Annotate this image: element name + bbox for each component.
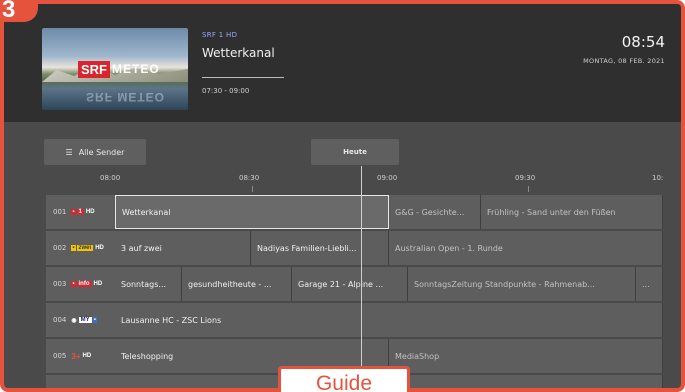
current-program-title: Wetterkanal	[202, 46, 275, 60]
channel-row: 002 ▪ zwei HD 3 auf zwei Nadiyas Familien-…	[44, 230, 665, 266]
clock-time: 08:54	[621, 33, 665, 51]
logo-text: 1	[76, 209, 84, 215]
channel-cell[interactable]: 001 ▪ 1 HD	[46, 195, 115, 229]
all-channels-button[interactable]: ☰ Alle Sender	[44, 139, 146, 165]
meteo-logo: METEO	[112, 62, 160, 76]
channel-number: 005	[53, 352, 67, 360]
program-cell[interactable]: Sonntags...	[115, 267, 182, 301]
channel-logo-4plus: 4+ HD	[71, 387, 93, 388]
time-label: 10:	[652, 174, 664, 182]
program-cell[interactable]: Wetterkanal	[115, 195, 389, 229]
time-label: 08:30	[239, 174, 260, 182]
channel-logo-srfinfo: ▪ info HD	[71, 281, 103, 287]
program-cell[interactable]: SonntagsZeitung Standpunkte - Rahmenab..…	[408, 267, 636, 301]
logo-text: HD	[95, 245, 104, 251]
logo-text: info	[76, 281, 92, 287]
logo-text: zwei	[76, 245, 94, 251]
time-label: 08:00	[100, 174, 121, 182]
time-label: 09:30	[515, 174, 536, 182]
channel-cell[interactable]: 002 ▪ zwei HD	[46, 231, 115, 265]
today-label: Heute	[343, 148, 367, 156]
logo-text: HD	[85, 209, 95, 215]
time-tick	[528, 186, 529, 192]
time-label: 09:00	[377, 174, 398, 182]
program-cell[interactable]: Nadiyas Familien-Liebli...	[251, 231, 389, 265]
logo-text: HD	[93, 281, 103, 287]
channel-row: 001 ▪ 1 HD Wetterkanal G&G - Gesichte... F…	[44, 194, 665, 230]
channel-number: 006	[53, 388, 67, 392]
logo-text: 4+	[71, 387, 83, 388]
guide-label: Guide	[278, 366, 410, 392]
channel-logo-mysports: ◉ MY ▪	[71, 317, 97, 324]
program-cell[interactable]: MediaShop	[389, 339, 663, 373]
logo-reflection: SRF METEO	[86, 90, 166, 104]
channel-cell[interactable]: 006 4+ HD	[46, 375, 115, 392]
program-progress-line	[202, 77, 284, 78]
program-cell[interactable]: G&G - Gesichte...	[389, 195, 481, 229]
srf-logo: SRF	[78, 61, 110, 78]
clock-date: MONTAG, 08 FEB. 2021	[583, 57, 665, 65]
program-thumbnail: SRF METEO SRF METEO	[42, 28, 188, 110]
list-icon: ☰	[65, 147, 73, 157]
channel-row: 004 ◉ MY ▪ Lausanne HC - ZSC Lions	[44, 302, 665, 338]
now-playing-header: SRF METEO SRF METEO SRF 1 HD Wetterkanal…	[4, 4, 681, 122]
time-tick	[252, 186, 253, 192]
channel-cell[interactable]: 003 ▪ info HD	[46, 267, 115, 301]
current-channel-name: SRF 1 HD	[202, 31, 238, 39]
step-number-badge: 3	[0, 0, 38, 23]
current-program-time: 07:30 - 09:00	[202, 87, 250, 95]
logo-text: HD	[82, 353, 92, 359]
program-cell[interactable]: Lausanne HC - ZSC Lions	[115, 303, 663, 337]
today-button[interactable]: Heute	[311, 139, 399, 165]
program-cell[interactable]: ...	[636, 267, 663, 301]
channel-logo-3plus: 3+ HD	[71, 351, 91, 361]
program-cell[interactable]: 3 auf zwei	[115, 231, 251, 265]
program-cell[interactable]: gesundheitheute - ...	[182, 267, 292, 301]
program-cell[interactable]: Garage 21 - Alpine ...	[292, 267, 408, 301]
logo-text: 3+	[71, 351, 81, 361]
program-cell[interactable]: Teleshopping.tv	[389, 375, 663, 388]
epg-grid: 001 ▪ 1 HD Wetterkanal G&G - Gesichte... F…	[44, 194, 665, 392]
channel-row: 003 ▪ info HD Sonntags... gesundheitheute …	[44, 266, 665, 302]
program-cell[interactable]: Australian Open - 1. Runde	[389, 231, 663, 265]
channel-logo-srf1: ▪ 1 HD	[71, 209, 95, 215]
channel-cell[interactable]: 005 3+ HD	[46, 339, 115, 373]
channel-number: 002	[53, 244, 67, 252]
channel-number: 001	[53, 208, 67, 216]
program-cell[interactable]: Frühling - Sand unter den Füßen	[481, 195, 663, 229]
channel-logo-srfzwei: ▪ zwei HD	[71, 245, 104, 251]
tv-guide-screen: SRF METEO SRF METEO SRF 1 HD Wetterkanal…	[0, 0, 685, 392]
current-time-indicator	[361, 166, 362, 388]
channel-number: 003	[53, 280, 67, 288]
channel-number: 004	[53, 316, 67, 324]
channel-cell[interactable]: 004 ◉ MY ▪	[46, 303, 115, 337]
logo-text: MY	[78, 317, 92, 323]
all-channels-label: Alle Sender	[78, 147, 125, 157]
